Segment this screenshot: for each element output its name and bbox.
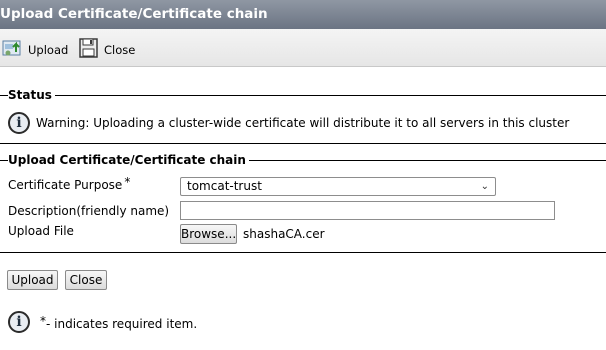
footer-required-mark: * xyxy=(40,314,46,328)
status-message: Warning: Uploading a cluster-wide certif… xyxy=(36,116,570,130)
info-icon: i xyxy=(8,112,30,134)
description-input[interactable] xyxy=(180,201,555,220)
form-legend: Upload Certificate/Certificate chain xyxy=(8,153,249,167)
footer-note-text: - indicates required item. xyxy=(46,317,198,331)
window-title: Upload Certificate/Certificate chain xyxy=(0,0,606,29)
status-section-rule xyxy=(0,95,606,96)
close-button[interactable]: Close xyxy=(65,270,107,290)
chevron-down-icon: ⌄ xyxy=(480,181,489,192)
toolbar-upload-button[interactable]: Upload xyxy=(2,38,68,61)
file-name: shashaCA.cer xyxy=(243,227,325,241)
toolbar-upload-label: Upload xyxy=(28,42,69,57)
browse-button[interactable]: Browse... xyxy=(180,224,237,244)
status-legend: Status xyxy=(8,88,55,102)
toolbar-close-label: Close xyxy=(104,42,136,57)
toolbar-close-button[interactable]: Close xyxy=(78,38,135,61)
purpose-label: Certificate Purpose * xyxy=(8,175,131,192)
upload-file-label: Upload File xyxy=(8,224,74,238)
upload-button[interactable]: Upload xyxy=(7,270,58,290)
purpose-select-value: tomcat-trust xyxy=(187,179,262,193)
required-note: *- indicates required item. xyxy=(40,314,198,331)
form-section-bottom xyxy=(0,252,606,253)
footer-info-icon: i xyxy=(8,311,30,333)
close-icon xyxy=(78,38,100,61)
upload-icon xyxy=(2,38,24,61)
required-mark: * xyxy=(124,175,131,189)
description-label: Description(friendly name) xyxy=(8,204,170,218)
purpose-select[interactable]: tomcat-trust ⌄ xyxy=(180,177,496,196)
toolbar: Upload Close xyxy=(0,29,606,67)
status-section-bottom xyxy=(0,143,606,144)
